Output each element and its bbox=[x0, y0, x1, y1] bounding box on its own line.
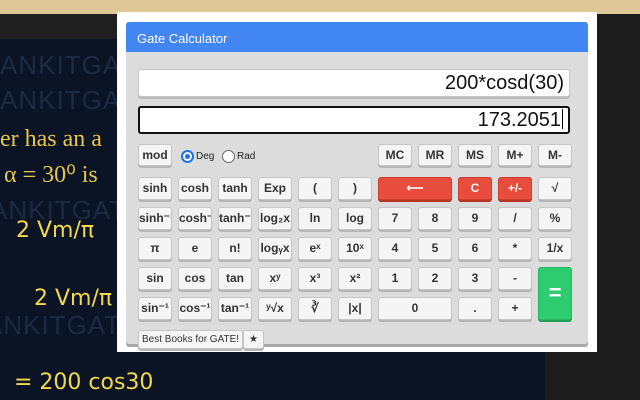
key-r4-4-button[interactable]: x³ bbox=[298, 267, 332, 290]
key-r3-6-button[interactable]: 4 bbox=[378, 237, 412, 260]
key-r1-0-button[interactable]: sinh bbox=[138, 177, 172, 200]
key-r4-1-button[interactable]: cos bbox=[178, 267, 212, 290]
key-r1-2-button[interactable]: tanh bbox=[218, 177, 252, 200]
key-r5-4-button[interactable]: ∛ bbox=[298, 297, 332, 320]
handwritten-note: 2 Vm/π bbox=[16, 218, 95, 243]
clear-button[interactable]: C bbox=[458, 177, 492, 200]
key-r5-7-button[interactable]: . bbox=[458, 297, 492, 320]
key-r3-4-button[interactable]: eˣ bbox=[298, 237, 332, 260]
key-r2-7-button[interactable]: 8 bbox=[418, 207, 452, 230]
key-r2-3-button[interactable]: log₂x bbox=[258, 207, 292, 230]
key-r4-8-button[interactable]: 3 bbox=[458, 267, 492, 290]
key-r5-8-button[interactable]: + bbox=[498, 297, 532, 320]
key-r1-5-button[interactable]: ) bbox=[338, 177, 372, 200]
key-r2-6-button[interactable]: 7 bbox=[378, 207, 412, 230]
key-r4-3-button[interactable]: xʸ bbox=[258, 267, 292, 290]
key-r1-3-button[interactable]: Exp bbox=[258, 177, 292, 200]
key-r3-9-button[interactable]: * bbox=[498, 237, 532, 260]
key-r1-4-button[interactable]: ( bbox=[298, 177, 332, 200]
negate-button[interactable]: +/- bbox=[498, 177, 532, 200]
key-r4-9-button[interactable]: - bbox=[498, 267, 532, 290]
key-r3-1-button[interactable]: e bbox=[178, 237, 212, 260]
key-r4-7-button[interactable]: 2 bbox=[418, 267, 452, 290]
key-r4-5-button[interactable]: x² bbox=[338, 267, 372, 290]
best-books-button[interactable]: Best Books for GATE! bbox=[138, 330, 244, 349]
radio-checked-icon bbox=[181, 150, 194, 163]
key-r3-0-button[interactable]: π bbox=[138, 237, 172, 260]
key-r2-4-button[interactable]: ln bbox=[298, 207, 332, 230]
key-r2-10-button[interactable]: % bbox=[538, 207, 572, 230]
question-text: er has an a bbox=[0, 126, 102, 152]
key-r5-0-button[interactable]: sin⁻¹ bbox=[138, 297, 172, 320]
key-r3-2-button[interactable]: n! bbox=[218, 237, 252, 260]
key-r4-0-button[interactable]: sin bbox=[138, 267, 172, 290]
rad-radio[interactable]: Rad bbox=[222, 150, 255, 163]
key-r3-3-button[interactable]: logᵧx bbox=[258, 237, 292, 260]
handwritten-note: 2 Vm/π bbox=[34, 286, 113, 311]
calculator-popup: Gate Calculator 200*cosd(30) 173.2051 mo… bbox=[117, 12, 597, 352]
ms-button[interactable]: MS bbox=[458, 144, 492, 166]
question-text: α = 30⁰ is bbox=[4, 162, 98, 188]
key-r3-5-button[interactable]: 10ˣ bbox=[338, 237, 372, 260]
expression-display[interactable]: 200*cosd(30) bbox=[138, 69, 570, 97]
key-r2-0-button[interactable]: sinh⁻¹ bbox=[138, 207, 172, 230]
key-r2-2-button[interactable]: tanh⁻¹ bbox=[218, 207, 252, 230]
key-r4-6-button[interactable]: 1 bbox=[378, 267, 412, 290]
deg-radio[interactable]: Deg bbox=[181, 150, 214, 163]
deg-label: Deg bbox=[196, 151, 215, 162]
key-r5-1-button[interactable]: cos⁻¹ bbox=[178, 297, 212, 320]
m-minus-button[interactable]: M- bbox=[538, 144, 572, 166]
calculator-panel: Gate Calculator 200*cosd(30) 173.2051 mo… bbox=[126, 22, 588, 349]
mr-button[interactable]: MR bbox=[418, 144, 452, 166]
key-r1-1-button[interactable]: cosh bbox=[178, 177, 212, 200]
key-r2-8-button[interactable]: 9 bbox=[458, 207, 492, 230]
key-r5-3-button[interactable]: ʸ√x bbox=[258, 297, 292, 320]
key-r5-2-button[interactable]: tan⁻¹ bbox=[218, 297, 252, 320]
key-r2-9-button[interactable]: / bbox=[498, 207, 532, 230]
mod-button[interactable]: mod bbox=[138, 144, 172, 166]
mc-button[interactable]: MC bbox=[378, 144, 412, 166]
backspace-button[interactable]: ⟵ bbox=[378, 177, 452, 200]
calculator-title: Gate Calculator bbox=[126, 22, 588, 52]
key-r3-8-button[interactable]: 6 bbox=[458, 237, 492, 260]
key-r2-1-button[interactable]: cosh⁻¹ bbox=[178, 207, 212, 230]
star-icon[interactable]: ★ bbox=[243, 330, 264, 349]
key-r5-5-button[interactable]: |x| bbox=[338, 297, 372, 320]
key-r2-5-button[interactable]: log bbox=[338, 207, 372, 230]
result-input[interactable]: 173.2051 bbox=[138, 106, 570, 134]
key-r3-10-button[interactable]: 1/x bbox=[538, 237, 572, 260]
digit-0-button[interactable]: 0 bbox=[378, 297, 452, 320]
rad-label: Rad bbox=[237, 151, 256, 162]
m-plus-button[interactable]: M+ bbox=[498, 144, 532, 166]
result-value: 173.2051 bbox=[477, 109, 561, 131]
key-r4-2-button[interactable]: tan bbox=[218, 267, 252, 290]
key-r3-7-button[interactable]: 5 bbox=[418, 237, 452, 260]
radio-unchecked-icon bbox=[222, 150, 235, 163]
equals-button[interactable]: = bbox=[538, 267, 572, 320]
text-cursor bbox=[562, 109, 563, 129]
handwritten-note: = 200 cos30 bbox=[14, 370, 154, 395]
sqrt-button[interactable]: √ bbox=[538, 177, 572, 200]
